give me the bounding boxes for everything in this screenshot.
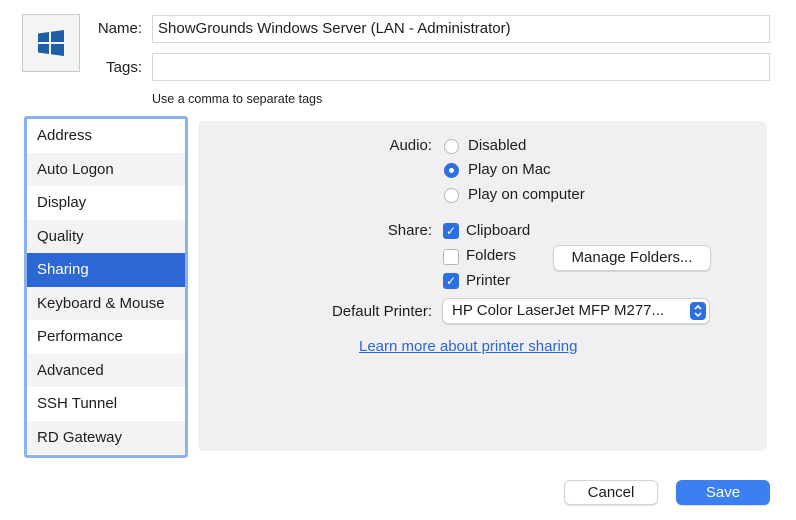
share-clipboard-checkbox[interactable]: ✓ xyxy=(443,223,459,239)
audio-play-on-mac-radio[interactable] xyxy=(444,163,459,178)
save-button[interactable]: Save xyxy=(676,480,770,505)
share-label: Share: xyxy=(387,222,432,239)
up-down-chevron-icon xyxy=(690,302,706,320)
sidebar-item-ssh-tunnel[interactable]: SSH Tunnel xyxy=(27,387,185,421)
default-printer-value: HP Color LaserJet MFP M277... xyxy=(452,302,665,319)
share-folders-label[interactable]: Folders xyxy=(466,247,516,264)
share-printer-label[interactable]: Printer xyxy=(466,272,510,289)
name-label: Name: xyxy=(97,20,142,37)
learn-more-printer-sharing-link[interactable]: Learn more about printer sharing xyxy=(359,338,577,355)
sidebar-item-advanced[interactable]: Advanced xyxy=(27,353,185,387)
name-field[interactable]: ShowGrounds Windows Server (LAN - Admini… xyxy=(152,15,770,43)
sidebar-item-keyboard-mouse[interactable]: Keyboard & Mouse xyxy=(27,286,185,320)
audio-label: Audio: xyxy=(389,137,432,154)
manage-folders-button[interactable]: Manage Folders... xyxy=(553,245,711,271)
tags-label: Tags: xyxy=(106,59,142,76)
sidebar-item-quality[interactable]: Quality xyxy=(27,219,185,253)
sidebar-item-display[interactable]: Display xyxy=(27,186,185,220)
audio-play-on-mac-label[interactable]: Play on Mac xyxy=(468,161,551,178)
cancel-button[interactable]: Cancel xyxy=(564,480,658,505)
default-printer-label: Default Printer: xyxy=(331,303,432,320)
share-folders-checkbox[interactable] xyxy=(443,249,459,265)
default-printer-select[interactable]: HP Color LaserJet MFP M277... xyxy=(442,298,710,324)
audio-disabled-radio[interactable] xyxy=(444,139,459,154)
sidebar-item-sharing[interactable]: Sharing xyxy=(27,253,185,287)
settings-sidebar: Address Auto Logon Display Quality Shari… xyxy=(24,116,188,458)
sidebar-item-performance[interactable]: Performance xyxy=(27,320,185,354)
audio-play-on-computer-radio[interactable] xyxy=(444,188,459,203)
sidebar-item-rd-gateway[interactable]: RD Gateway xyxy=(27,420,185,454)
tags-field[interactable] xyxy=(152,53,770,81)
audio-play-on-computer-label[interactable]: Play on computer xyxy=(468,186,585,203)
tags-hint: Use a comma to separate tags xyxy=(152,92,323,106)
audio-disabled-label[interactable]: Disabled xyxy=(468,137,526,154)
share-printer-checkbox[interactable]: ✓ xyxy=(443,273,459,289)
share-clipboard-label[interactable]: Clipboard xyxy=(466,222,530,239)
sidebar-item-auto-logon[interactable]: Auto Logon xyxy=(27,152,185,186)
sidebar-item-address[interactable]: Address xyxy=(27,119,185,153)
